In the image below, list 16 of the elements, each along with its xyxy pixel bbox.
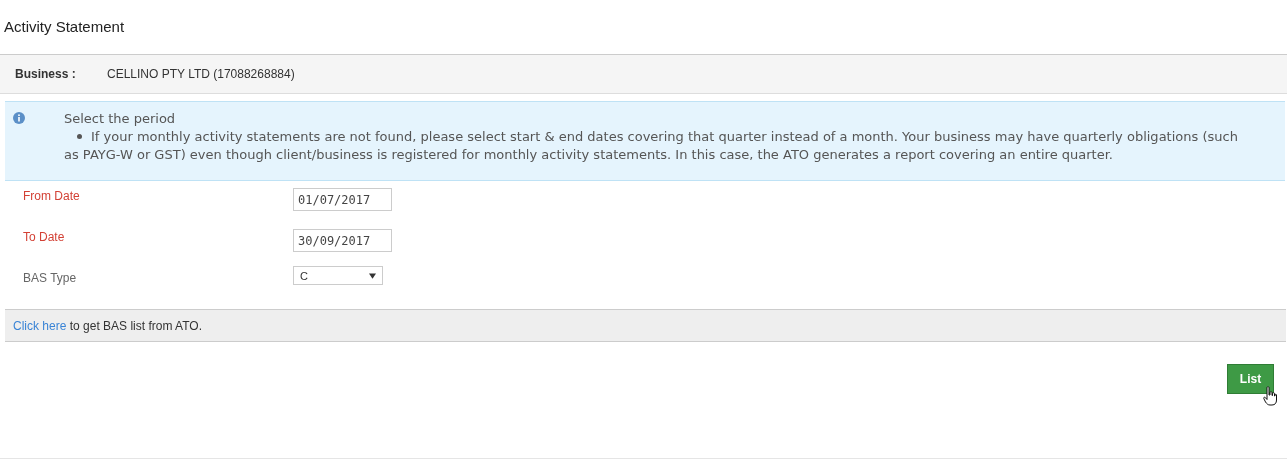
page-title: Activity Statement [3,17,126,36]
field-label: BAS Type [23,270,78,285]
date-field[interactable]: 01/07/2017 [293,188,392,211]
field-label: To Date [23,229,66,244]
ato-text: Click here to get BAS list from ATO. [13,318,202,333]
field-label: From Date [23,188,81,203]
info-heading: Select the period [64,110,177,128]
info-icon [13,112,25,124]
date-field[interactable]: 30/09/2017 [293,229,392,252]
bas-type-dropdown[interactable]: C [293,266,383,285]
business-name: CELLINO PTY LTD (17088268884) [107,67,295,81]
list-button[interactable]: List [1227,364,1274,394]
info-text: If your monthly activity statements are not found, please select start & end dates covering that quarter instead of a month. Your business may have quarterly obligations (such as PAYG-W or GST) even though client/business is registered for monthly activity statements. In this case, the ATO generates a report covering an entire quarter. [64,128,1244,164]
caret-icon [369,272,376,279]
business-label: Business : [15,67,77,81]
hand-cursor-icon [1263,386,1277,406]
